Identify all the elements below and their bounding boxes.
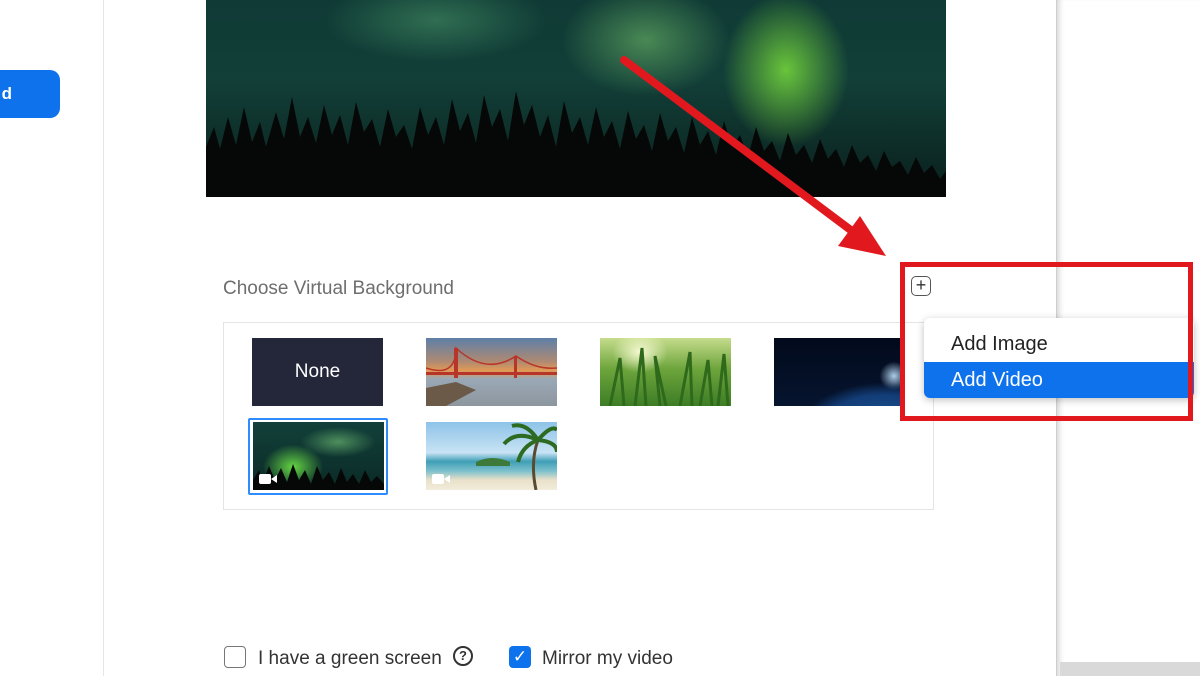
settings-sidebar: d [0, 0, 104, 676]
video-camera-icon [432, 474, 450, 484]
background-earth[interactable] [774, 338, 904, 406]
checkmark-icon: ✓ [512, 647, 528, 666]
background-grass[interactable] [600, 338, 731, 406]
window-edge-bottom [1060, 662, 1200, 676]
settings-window: d Choose Virtual Background + None Add I… [0, 0, 1200, 676]
background-golden-gate[interactable] [426, 338, 557, 406]
background-none[interactable]: None [252, 338, 383, 406]
annotation-highlight-box [900, 262, 1193, 421]
sidebar-item-background[interactable]: d [0, 70, 60, 118]
thumbnail-label: None [294, 361, 341, 382]
golden-gate-bridge-icon [426, 346, 557, 406]
mirror-video-checkbox[interactable]: ✓ [509, 646, 531, 668]
background-beach[interactable] [426, 422, 557, 490]
tree-silhouette [206, 91, 946, 197]
selected-background-frame [248, 418, 388, 495]
grass-icon [608, 347, 730, 406]
mirror-video-label: Mirror my video [542, 648, 673, 669]
video-preview [206, 0, 946, 197]
sidebar-item-label: d [1, 84, 12, 103]
question-mark-glyph: ? [459, 648, 467, 663]
green-screen-label: I have a green screen [258, 648, 442, 669]
section-title: Choose Virtual Background [223, 278, 454, 299]
help-icon[interactable]: ? [453, 646, 473, 666]
green-screen-checkbox[interactable] [224, 646, 246, 668]
